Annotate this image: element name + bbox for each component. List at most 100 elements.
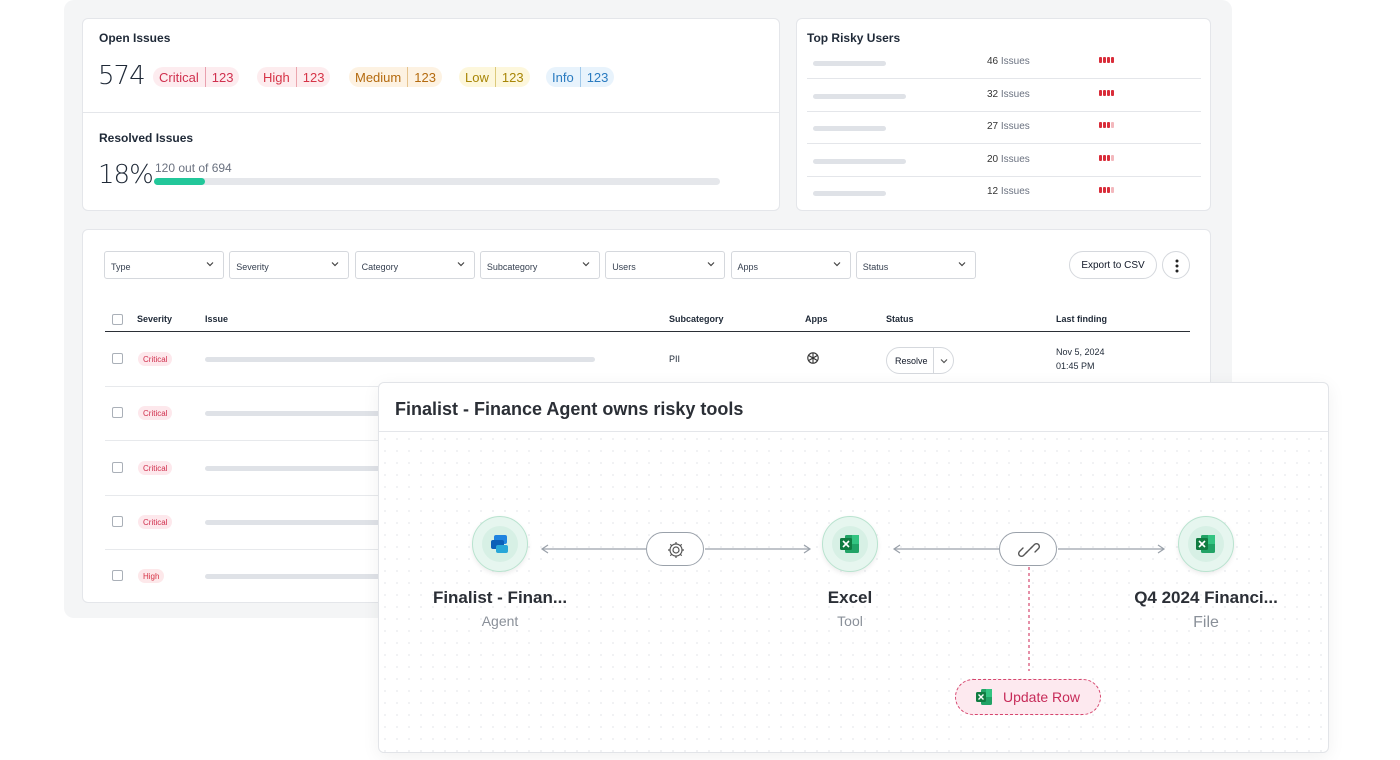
severity-pill-low[interactable]: Low 123 bbox=[459, 67, 530, 87]
open-issues-title: Open Issues bbox=[99, 31, 171, 45]
header-divider bbox=[105, 331, 1190, 332]
header-subcategory[interactable]: Subcategory bbox=[669, 314, 724, 324]
issue-text-placeholder bbox=[205, 574, 380, 580]
row-date: Nov 5, 2024 bbox=[1056, 347, 1105, 357]
severity-label: High bbox=[263, 69, 290, 85]
relationship-graph-panel: Finalist - Finance Agent owns risky tool… bbox=[378, 382, 1329, 753]
risky-user-row[interactable]: 20 Issues bbox=[807, 145, 1201, 177]
row-subcategory: PII bbox=[669, 354, 681, 364]
header-last-finding[interactable]: Last finding bbox=[1056, 314, 1107, 324]
graph-canvas: Finalist - Finan... Agent Excel Tool Q4 … bbox=[379, 433, 1328, 752]
file-node-type: File bbox=[1193, 614, 1219, 631]
top-risky-users-card: Top Risky Users 46 Issues 32 Issues 27 Iss… bbox=[796, 18, 1211, 211]
user-name-placeholder bbox=[813, 93, 906, 99]
filter-severity-dropdown[interactable]: Severity bbox=[229, 251, 350, 279]
row-checkbox[interactable] bbox=[112, 407, 123, 419]
user-name-placeholder bbox=[813, 191, 886, 196]
issue-text-placeholder bbox=[205, 519, 380, 525]
open-issues-total: 574 bbox=[98, 61, 146, 91]
excel-icon bbox=[1188, 526, 1224, 562]
resolve-split-button[interactable]: Resolve bbox=[886, 347, 954, 374]
risky-user-row[interactable]: 32 Issues bbox=[807, 80, 1201, 112]
copilot-studio-icon bbox=[482, 526, 518, 562]
row-severity-badge: Critical bbox=[138, 460, 173, 475]
risky-user-row[interactable]: 46 Issues bbox=[807, 47, 1201, 79]
agent-node-type: Agent bbox=[481, 613, 519, 629]
risky-user-issue-count: 20 Issues bbox=[987, 153, 1030, 165]
header-issue[interactable]: Issue bbox=[205, 314, 228, 324]
row-checkbox[interactable] bbox=[112, 353, 123, 364]
filter-type-dropdown[interactable]: Type bbox=[104, 251, 224, 279]
filter-status-dropdown[interactable]: Status bbox=[855, 251, 976, 279]
resolved-percent: 18% bbox=[98, 160, 154, 190]
severity-pill-info[interactable]: Info 123 bbox=[546, 67, 615, 87]
chevron-down-icon bbox=[957, 259, 967, 269]
user-name-placeholder bbox=[813, 61, 886, 66]
severity-label: Low bbox=[465, 69, 489, 85]
top-risky-users-title: Top Risky Users bbox=[807, 31, 901, 45]
risky-user-row[interactable]: 12 Issues bbox=[807, 177, 1201, 209]
tool-node-name: Excel bbox=[827, 588, 873, 607]
row-checkbox[interactable] bbox=[112, 461, 123, 473]
severity-label: Info bbox=[552, 69, 574, 85]
file-node[interactable] bbox=[1178, 516, 1234, 572]
severity-count: 123 bbox=[501, 69, 524, 85]
chevron-down-icon[interactable] bbox=[939, 356, 949, 366]
risky-user-issue-count: 32 Issues bbox=[987, 88, 1030, 100]
risk-level-indicator bbox=[1099, 57, 1114, 63]
severity-label: Medium bbox=[355, 69, 402, 85]
filter-label: Category bbox=[361, 262, 399, 272]
agent-node[interactable] bbox=[472, 516, 528, 572]
severity-pill-high[interactable]: High 123 bbox=[257, 67, 331, 87]
open-issues-section: Open Issues 574 Critical 123 High 123 Medi… bbox=[83, 19, 779, 113]
row-severity-badge: Critical bbox=[138, 406, 173, 421]
filter-apps-dropdown[interactable]: Apps bbox=[730, 251, 851, 279]
severity-pill-medium[interactable]: Medium 123 bbox=[349, 67, 442, 87]
header-status[interactable]: Status bbox=[886, 314, 914, 324]
chevron-down-icon bbox=[832, 259, 842, 269]
risky-user-issue-count: 12 Issues bbox=[987, 186, 1030, 197]
row-checkbox[interactable] bbox=[112, 570, 123, 582]
update-row-label: Update Row bbox=[1003, 689, 1081, 705]
header-severity[interactable]: Severity bbox=[137, 314, 172, 324]
header-apps[interactable]: Apps bbox=[805, 314, 828, 324]
filter-label: Users bbox=[612, 262, 636, 272]
more-vertical-icon[interactable] bbox=[1162, 251, 1190, 279]
filter-label: Type bbox=[111, 262, 131, 272]
link-icon[interactable] bbox=[999, 532, 1057, 566]
risky-user-issue-count: 46 Issues bbox=[987, 56, 1030, 67]
filter-users-dropdown[interactable]: Users bbox=[605, 251, 726, 279]
resolved-progress-bar bbox=[154, 178, 720, 185]
user-name-placeholder bbox=[813, 158, 906, 164]
filter-label: Status bbox=[862, 262, 889, 272]
filter-label: Subcategory bbox=[486, 262, 538, 272]
severity-count: 123 bbox=[211, 69, 234, 85]
resolved-progress-fill bbox=[154, 178, 205, 185]
excel-icon bbox=[832, 526, 868, 562]
row-checkbox[interactable] bbox=[112, 515, 123, 527]
resolve-label[interactable]: Resolve bbox=[895, 356, 928, 366]
export-csv-button[interactable]: Export to CSV bbox=[1069, 251, 1157, 279]
risk-level-indicator bbox=[1099, 154, 1114, 161]
excel-icon bbox=[974, 687, 994, 707]
chevron-down-icon bbox=[706, 259, 716, 269]
gear-icon[interactable] bbox=[646, 532, 704, 566]
severity-pill-critical[interactable]: Critical 123 bbox=[153, 67, 240, 87]
risky-user-issue-count: 27 Issues bbox=[987, 121, 1030, 132]
user-name-placeholder bbox=[813, 126, 886, 131]
filter-category-dropdown[interactable]: Category bbox=[354, 251, 475, 279]
filter-label: Severity bbox=[236, 262, 269, 272]
risk-level-indicator bbox=[1099, 89, 1114, 96]
tool-node[interactable] bbox=[822, 516, 878, 572]
resolved-detail: 120 out of 694 bbox=[155, 161, 232, 175]
issue-text-placeholder bbox=[205, 357, 595, 362]
update-row-action[interactable]: Update Row bbox=[955, 679, 1101, 715]
select-all-checkbox[interactable] bbox=[112, 314, 123, 325]
openai-icon bbox=[806, 351, 820, 365]
filter-subcategory-dropdown[interactable]: Subcategory bbox=[479, 251, 600, 279]
risky-user-row[interactable]: 27 Issues bbox=[807, 112, 1201, 144]
chevron-down-icon bbox=[330, 259, 340, 269]
issue-text-placeholder bbox=[205, 411, 380, 417]
severity-label: Critical bbox=[159, 69, 199, 85]
issue-text-placeholder bbox=[205, 465, 380, 471]
